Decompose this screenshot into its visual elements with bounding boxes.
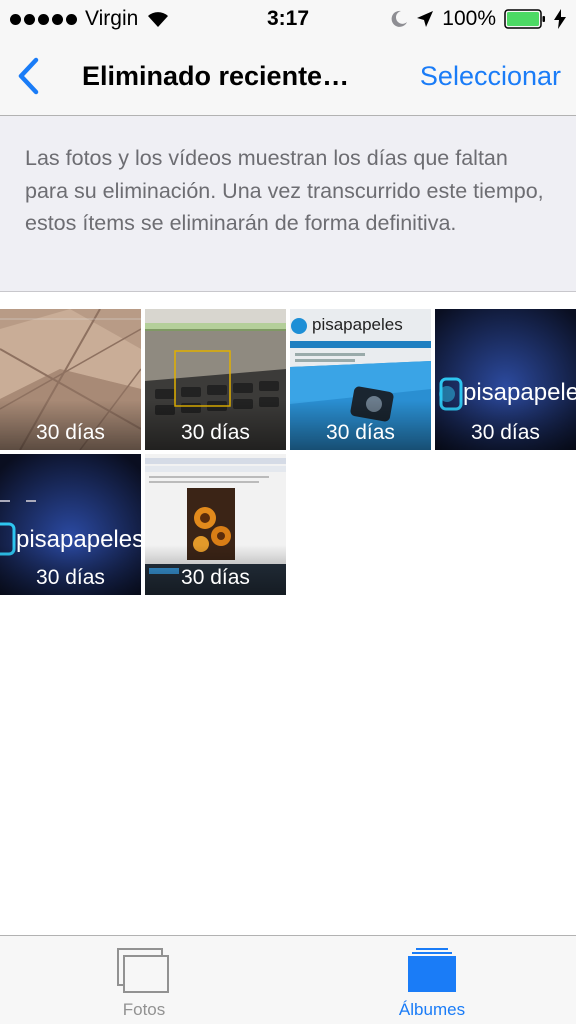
charging-bolt-icon (554, 9, 566, 29)
days-remaining-label: 30 días (326, 421, 395, 444)
days-remaining-label: 30 días (181, 566, 250, 589)
moon-icon (391, 10, 408, 27)
photo-caption: pisapapeles (463, 379, 576, 406)
photo-tile[interactable]: 30 días (145, 454, 286, 595)
albums-stack-icon (408, 948, 456, 992)
info-text: Las fotos y los vídeos muestran los días… (25, 146, 544, 235)
navigation-bar: Eliminado reciente… Seleccionar (0, 38, 576, 116)
battery-percent: 100% (442, 7, 496, 30)
tab-label: Fotos (122, 1000, 166, 1019)
days-remaining-label: 30 días (36, 566, 105, 589)
tab-fotos[interactable]: Fotos (0, 936, 288, 1024)
photo-tile[interactable]: pisapapeles 30 días (435, 309, 576, 450)
tab-bar: Fotos Álbumes (0, 935, 576, 1024)
select-button[interactable]: Seleccionar (420, 61, 561, 92)
status-right: 100% (390, 7, 566, 31)
photo-caption: pisapapeles (16, 526, 141, 553)
photos-stack-icon (117, 948, 169, 993)
days-remaining-label: 30 días (471, 421, 540, 444)
page-title: Eliminado reciente… (82, 61, 350, 91)
info-banner: Las fotos y los vídeos muestran los días… (0, 116, 576, 292)
battery-icon (504, 9, 545, 29)
photo-tile[interactable]: pisapapeles 30 días (290, 309, 431, 450)
photo-tile[interactable]: pisapapeles 30 días (0, 454, 141, 595)
photo-caption: pisapapeles (312, 315, 403, 334)
tab-albums[interactable]: Álbumes (288, 936, 576, 1024)
photo-tile[interactable]: 30 días (145, 309, 286, 450)
days-remaining-label: 30 días (36, 421, 105, 444)
location-arrow-icon (417, 11, 434, 27)
back-chevron-icon[interactable] (12, 56, 48, 96)
days-remaining-label: 30 días (181, 421, 250, 444)
status-bar: Virgin 3:17 100% (0, 0, 576, 38)
photo-tile[interactable]: 30 días (0, 309, 141, 450)
tab-label: Álbumes (398, 1000, 466, 1019)
